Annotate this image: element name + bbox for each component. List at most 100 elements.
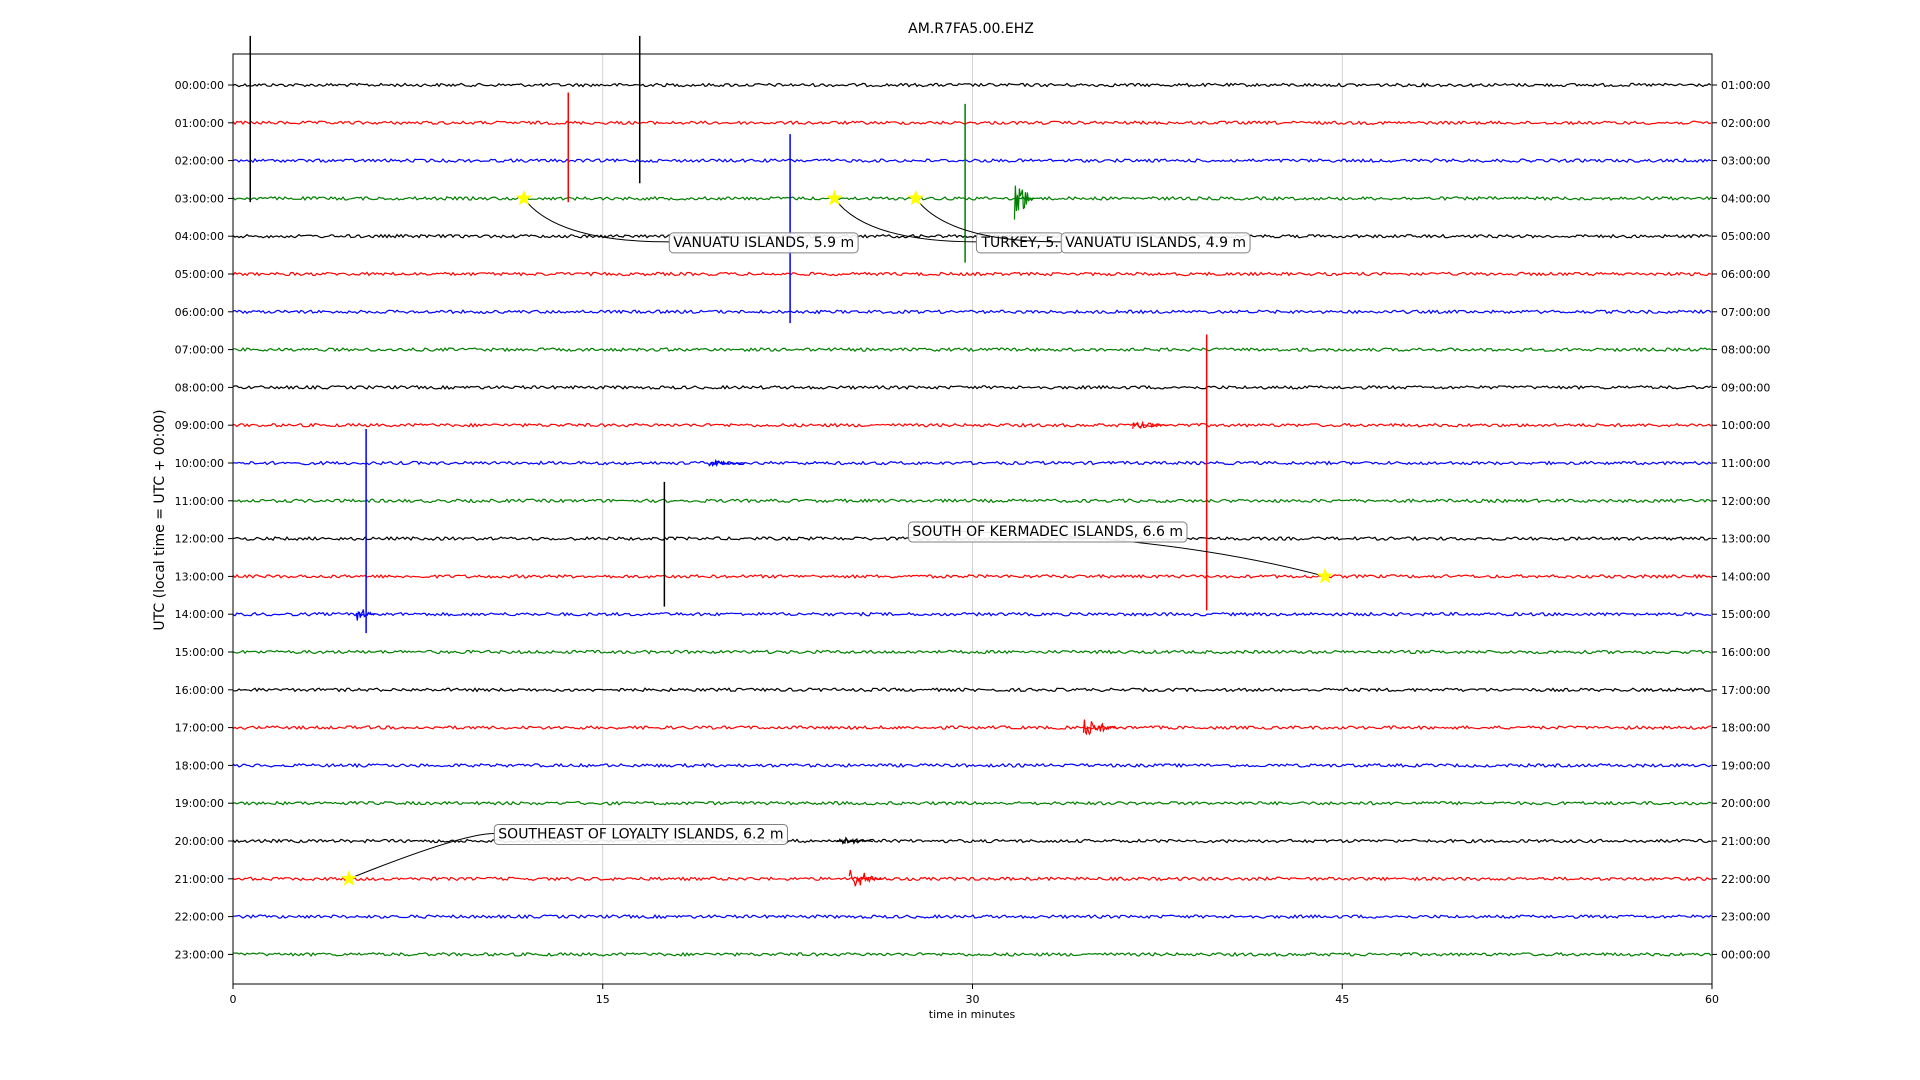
left-tick-label-1: 01:00:00 (175, 117, 224, 130)
trace-row-0 (232, 82, 1712, 88)
right-tick-label-3: 04:00:00 (1721, 192, 1770, 205)
trace-row-5 (232, 271, 1712, 277)
trace-row-6 (232, 309, 1712, 315)
event-label-text-0: VANUATU ISLANDS, 5.9 m (673, 235, 854, 251)
event-label-0: VANUATU ISLANDS, 5.9 m (668, 232, 859, 254)
y-axis-label: UTC (local time = UTC + 00:00) (152, 409, 168, 630)
left-tick-label-7: 07:00:00 (175, 344, 224, 357)
right-tick-label-6: 07:00:00 (1721, 306, 1770, 319)
burst-5 (708, 458, 745, 467)
right-tick-label-21: 22:00:00 (1721, 873, 1770, 886)
left-tick-label-23: 23:00:00 (175, 948, 224, 961)
event-label-text-3: SOUTH OF KERMADEC ISLANDS, 6.6 m (912, 524, 1183, 540)
left-tick-label-14: 14:00:00 (175, 608, 224, 621)
left-tick-label-19: 19:00:00 (175, 797, 224, 810)
trace-row-2 (232, 158, 1712, 164)
x-tick-label-1: 15 (596, 993, 610, 1006)
x-tick-label-0: 0 (230, 993, 237, 1006)
event-star-0 (515, 189, 533, 206)
chart-title: AM.R7FA5.00.EHZ (908, 21, 1034, 37)
right-tick-label-17: 18:00:00 (1721, 722, 1770, 735)
trace-row-11 (232, 498, 1712, 504)
event-label-text-1: TURKEY, 5. (980, 235, 1058, 251)
burst-0 (1013, 185, 1034, 220)
event-label-text-4: SOUTHEAST OF LOYALTY ISLANDS, 6.2 m (498, 826, 783, 842)
x-tick-label-4: 60 (1705, 993, 1719, 1006)
left-tick-label-10: 10:00:00 (175, 457, 224, 470)
event-label-2: VANUATU ISLANDS, 4.9 m (1060, 232, 1251, 254)
left-tick-label-18: 18:00:00 (175, 759, 224, 772)
seismogram-chart: AM.R7FA5.00.EHZ VANUATU ISLANDS, 5.9 m TU… (152, 21, 1770, 1021)
event-label-4: SOUTHEAST OF LOYALTY ISLANDS, 6.2 m (493, 823, 788, 845)
trace-row-23 (232, 951, 1712, 957)
trace-row-13 (232, 573, 1712, 580)
seismic-traces (232, 35, 1712, 957)
left-tick-label-15: 15:00:00 (175, 646, 224, 659)
left-tick-label-17: 17:00:00 (175, 722, 224, 735)
right-tick-label-13: 14:00:00 (1721, 570, 1770, 583)
x-tick-label-2: 30 (966, 993, 980, 1006)
right-tick-label-4: 05:00:00 (1721, 230, 1770, 243)
left-tick-label-0: 00:00:00 (175, 79, 224, 92)
event-star-4 (340, 870, 358, 886)
right-tick-label-15: 16:00:00 (1721, 646, 1770, 659)
trace-row-8 (232, 384, 1712, 390)
left-tick-label-11: 11:00:00 (175, 495, 224, 508)
trace-row-18 (232, 762, 1712, 769)
left-tick-label-22: 22:00:00 (175, 911, 224, 924)
trace-row-9 (232, 422, 1712, 428)
trace-row-21 (232, 876, 1712, 882)
right-tick-label-1: 02:00:00 (1721, 117, 1770, 130)
left-tick-label-3: 03:00:00 (175, 192, 224, 205)
right-tick-label-23: 00:00:00 (1721, 948, 1770, 961)
trace-row-1 (232, 120, 1712, 126)
trace-row-10 (232, 460, 1712, 466)
trace-row-16 (232, 687, 1712, 693)
x-tick-label-3: 45 (1335, 993, 1349, 1006)
x-axis-label: time in minutes (929, 1008, 1016, 1021)
trace-row-14 (232, 611, 1712, 617)
trace-row-4 (232, 233, 1712, 239)
trace-row-17 (232, 725, 1712, 731)
event-star-3 (1316, 567, 1334, 584)
right-tick-label-16: 17:00:00 (1721, 684, 1770, 697)
left-tick-label-20: 20:00:00 (175, 835, 224, 848)
right-tick-label-11: 12:00:00 (1721, 495, 1770, 508)
event-star-2 (907, 189, 925, 206)
right-tick-labels: 01:00:00 02:00:00 03:00:00 04:00:00 05:00:00… (1712, 79, 1770, 961)
right-tick-label-12: 13:00:00 (1721, 533, 1770, 546)
event-label-text-2: VANUATU ISLANDS, 4.9 m (1065, 235, 1246, 251)
trace-row-3 (232, 195, 1712, 202)
left-tick-label-16: 16:00:00 (175, 684, 224, 697)
trace-row-15 (232, 649, 1712, 655)
left-tick-label-4: 04:00:00 (175, 230, 224, 243)
trace-row-19 (232, 800, 1712, 806)
trace-row-22 (232, 914, 1712, 920)
left-tick-label-21: 21:00:00 (175, 873, 224, 886)
left-tick-label-8: 08:00:00 (175, 381, 224, 394)
right-tick-label-2: 03:00:00 (1721, 155, 1770, 168)
left-tick-labels: 00:00:00 01:00:00 02:00:00 03:00:00 04:00:00… (175, 79, 233, 961)
right-tick-label-5: 06:00:00 (1721, 268, 1770, 281)
right-tick-label-20: 21:00:00 (1721, 835, 1770, 848)
trace-row-7 (232, 347, 1712, 353)
right-tick-label-7: 08:00:00 (1721, 344, 1770, 357)
left-tick-label-12: 12:00:00 (175, 533, 224, 546)
left-tick-label-5: 05:00:00 (175, 268, 224, 281)
burst-4 (836, 836, 874, 845)
right-tick-label-0: 01:00:00 (1721, 79, 1770, 92)
right-tick-label-18: 19:00:00 (1721, 759, 1770, 772)
left-tick-label-9: 09:00:00 (175, 419, 224, 432)
left-tick-label-2: 02:00:00 (175, 155, 224, 168)
right-tick-label-10: 11:00:00 (1721, 457, 1770, 470)
left-tick-label-13: 13:00:00 (175, 570, 224, 583)
x-tick-labels: 0 15 30 45 60 (230, 984, 1719, 1006)
left-tick-label-6: 06:00:00 (175, 306, 224, 319)
right-tick-label-14: 15:00:00 (1721, 608, 1770, 621)
event-label-3: SOUTH OF KERMADEC ISLANDS, 6.6 m (907, 521, 1188, 543)
right-tick-label-9: 10:00:00 (1721, 419, 1770, 432)
event-star-1 (826, 189, 843, 206)
right-tick-label-22: 23:00:00 (1721, 911, 1770, 924)
right-tick-label-8: 09:00:00 (1721, 381, 1770, 394)
right-tick-label-19: 20:00:00 (1721, 797, 1770, 810)
